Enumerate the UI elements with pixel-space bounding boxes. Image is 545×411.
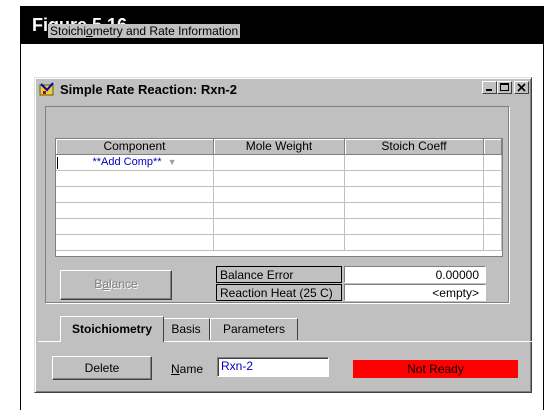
table-cell[interactable]	[345, 235, 484, 251]
table-row[interactable]	[56, 171, 502, 187]
maximize-button[interactable]	[497, 81, 512, 94]
table-cell[interactable]	[345, 187, 484, 203]
minimize-button[interactable]	[482, 81, 497, 94]
column-header-stoich-coeff[interactable]: Stoich Coeff	[345, 139, 484, 155]
dropdown-arrow-icon[interactable]: ▼	[168, 157, 177, 167]
status-indicator: Not Ready	[353, 360, 518, 378]
tab-basis[interactable]: Basis	[162, 318, 210, 340]
reaction-app-icon	[39, 82, 55, 96]
tab-stoichiometry[interactable]: Stoichiometry	[60, 316, 164, 342]
text-cursor	[57, 157, 58, 169]
title-bar[interactable]: Simple Rate Reaction: Rxn-2	[37, 80, 529, 98]
component-grid[interactable]: Component Mole Weight Stoich Coeff **Add…	[55, 138, 503, 257]
table-cell[interactable]	[214, 187, 345, 203]
tab-parameters[interactable]: Parameters	[210, 318, 298, 340]
column-header-component[interactable]: Component	[56, 139, 214, 155]
table-cell	[484, 171, 502, 187]
table-cell[interactable]	[214, 219, 345, 235]
delete-button[interactable]: Delete	[52, 356, 152, 380]
balance-error-value: 0.00000	[344, 266, 486, 283]
column-header-extra	[484, 139, 502, 155]
table-cell[interactable]	[56, 203, 214, 219]
group-label: Stoichiometry and Rate Information	[48, 24, 241, 38]
table-cell[interactable]	[214, 203, 345, 219]
balance-info-table: Balance Error 0.00000 Reaction Heat (25 …	[216, 266, 486, 302]
table-cell[interactable]	[56, 235, 214, 251]
table-cell	[484, 235, 502, 251]
table-cell[interactable]	[214, 235, 345, 251]
grid-header: Component Mole Weight Stoich Coeff	[56, 139, 502, 155]
balance-error-label: Balance Error	[216, 266, 342, 283]
name-label: Name	[171, 362, 204, 376]
balance-button[interactable]: Balance	[60, 270, 172, 300]
reaction-heat-label: Reaction Heat (25 C)	[216, 284, 342, 301]
table-cell[interactable]	[345, 203, 484, 219]
table-cell[interactable]	[214, 155, 345, 171]
window-title: Simple Rate Reaction: Rxn-2	[60, 81, 237, 97]
table-row[interactable]	[56, 219, 502, 235]
table-row[interactable]	[56, 203, 502, 219]
table-cell[interactable]	[56, 219, 214, 235]
table-row[interactable]	[56, 187, 502, 203]
add-component-text: **Add Comp**	[92, 156, 162, 168]
table-cell[interactable]	[345, 155, 484, 171]
table-cell	[484, 219, 502, 235]
reaction-heat-value[interactable]: <empty>	[344, 284, 486, 301]
table-row[interactable]: **Add Comp** ▼	[56, 155, 502, 171]
add-component-cell[interactable]: **Add Comp** ▼	[56, 155, 214, 171]
table-cell[interactable]	[345, 219, 484, 235]
column-header-mole-weight[interactable]: Mole Weight	[214, 139, 345, 155]
close-button[interactable]	[514, 81, 529, 94]
table-cell[interactable]	[345, 171, 484, 187]
close-icon	[517, 83, 526, 92]
minimize-icon	[486, 89, 492, 91]
table-cell	[484, 187, 502, 203]
name-field[interactable]: Rxn-2	[217, 357, 329, 377]
table-cell	[484, 203, 502, 219]
table-cell[interactable]	[56, 187, 214, 203]
maximize-icon	[500, 83, 509, 91]
table-cell	[484, 155, 502, 171]
table-cell[interactable]	[56, 171, 214, 187]
table-row[interactable]	[56, 235, 502, 251]
table-cell[interactable]	[214, 171, 345, 187]
